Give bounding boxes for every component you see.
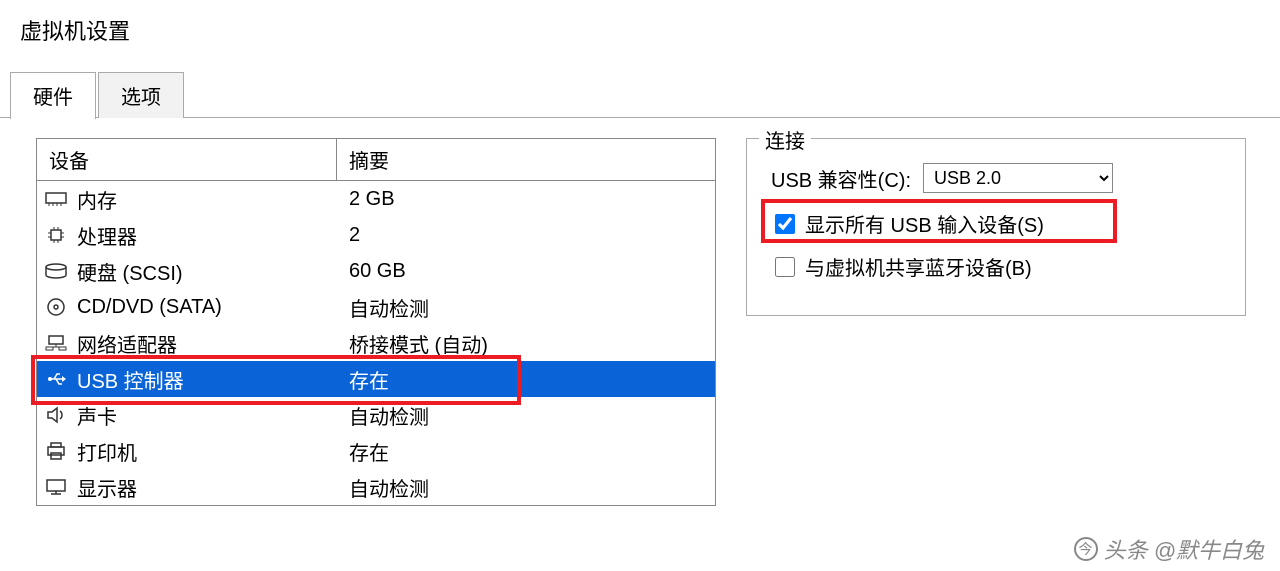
memory-icon bbox=[45, 190, 67, 208]
device-label: 显示器 bbox=[77, 473, 137, 502]
device-summary: 桥接模式 (自动) bbox=[337, 329, 715, 358]
device-row-cpu[interactable]: 处理器 2 bbox=[37, 217, 715, 253]
device-row-network[interactable]: 网络适配器 桥接模式 (自动) bbox=[37, 325, 715, 361]
device-row-display[interactable]: 显示器 自动检测 bbox=[37, 469, 715, 505]
tab-options[interactable]: 选项 bbox=[98, 72, 184, 118]
device-row-usb[interactable]: USB 控制器 存在 bbox=[37, 361, 715, 397]
device-summary: 自动检测 bbox=[337, 473, 715, 502]
disk-icon bbox=[45, 262, 67, 280]
device-label: 硬盘 (SCSI) bbox=[77, 257, 183, 286]
sound-icon bbox=[45, 406, 67, 424]
cd-icon bbox=[45, 298, 67, 316]
show-all-usb-label: 显示所有 USB 输入设备(S) bbox=[805, 209, 1044, 238]
device-label: 处理器 bbox=[77, 221, 137, 250]
device-summary: 存在 bbox=[337, 437, 715, 466]
tab-hardware[interactable]: 硬件 bbox=[10, 72, 96, 119]
device-summary: 自动检测 bbox=[337, 401, 715, 430]
window-title: 虚拟机设置 bbox=[0, 0, 1280, 54]
printer-icon bbox=[45, 442, 67, 460]
connection-groupbox: 连接 USB 兼容性(C): USB 2.0 显示所有 USB 输入设备(S) … bbox=[746, 138, 1246, 316]
device-label: CD/DVD (SATA) bbox=[77, 296, 222, 319]
device-summary: 存在 bbox=[337, 365, 715, 394]
share-bluetooth-checkbox[interactable] bbox=[775, 257, 795, 277]
device-summary: 60 GB bbox=[337, 260, 715, 283]
network-icon bbox=[45, 334, 67, 352]
watermark: 今 头条 @默牛白兔 bbox=[1074, 533, 1264, 565]
usb-compat-select[interactable]: USB 2.0 bbox=[923, 163, 1113, 193]
groupbox-title: 连接 bbox=[759, 125, 811, 154]
share-bluetooth-label: 与虚拟机共享蓝牙设备(B) bbox=[805, 252, 1032, 281]
device-row-memory[interactable]: 内存 2 GB bbox=[37, 181, 715, 217]
display-icon bbox=[45, 478, 67, 496]
device-label: 打印机 bbox=[77, 437, 137, 466]
device-row-printer[interactable]: 打印机 存在 bbox=[37, 433, 715, 469]
device-label: USB 控制器 bbox=[77, 365, 184, 394]
show-all-usb-checkbox[interactable] bbox=[775, 214, 795, 234]
device-label: 网络适配器 bbox=[77, 329, 177, 358]
column-summary-header: 摘要 bbox=[337, 139, 715, 180]
watermark-text: 头条 @默牛白兔 bbox=[1104, 533, 1264, 565]
usb-icon bbox=[45, 370, 67, 388]
device-summary: 2 bbox=[337, 224, 715, 247]
device-row-cddvd[interactable]: CD/DVD (SATA) 自动检测 bbox=[37, 289, 715, 325]
device-summary: 2 GB bbox=[337, 188, 715, 211]
usb-compat-label: USB 兼容性(C): bbox=[771, 164, 911, 193]
device-row-disk[interactable]: 硬盘 (SCSI) 60 GB bbox=[37, 253, 715, 289]
watermark-logo-icon: 今 bbox=[1074, 537, 1098, 561]
device-list: 设备 摘要 内存 2 GB 处理器 2 bbox=[36, 138, 716, 506]
cpu-icon bbox=[45, 226, 67, 244]
device-label: 声卡 bbox=[77, 401, 117, 430]
device-label: 内存 bbox=[77, 185, 117, 214]
tab-strip: 硬件 选项 bbox=[10, 72, 1280, 118]
device-row-sound[interactable]: 声卡 自动检测 bbox=[37, 397, 715, 433]
device-summary: 自动检测 bbox=[337, 293, 715, 322]
column-device-header: 设备 bbox=[37, 139, 337, 180]
